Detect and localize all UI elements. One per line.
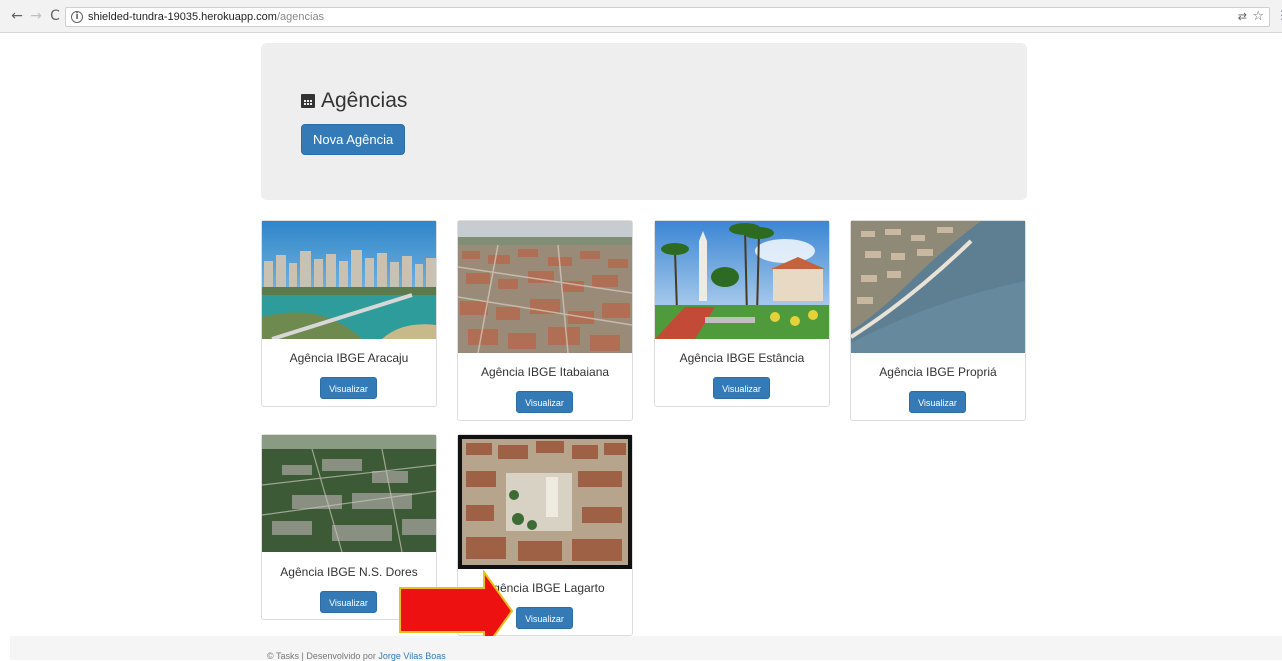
- agency-photo-ns-dores[interactable]: [262, 435, 436, 552]
- view-button[interactable]: Visualizar: [320, 591, 377, 613]
- view-button[interactable]: Visualizar: [516, 391, 573, 413]
- url-text[interactable]: shielded-tundra-19035.herokuapp.com/agen…: [88, 11, 324, 24]
- browser-toolbar: ← → C i shielded-tundra-19035.herokuapp.…: [0, 0, 1282, 33]
- translate-icon[interactable]: ⇄: [1238, 10, 1247, 23]
- page-header-panel: Agências Nova Agência: [261, 43, 1027, 200]
- agency-photo-aracaju[interactable]: [262, 221, 436, 339]
- agency-name: Agência IBGE Itabaiana: [480, 365, 610, 379]
- forward-icon[interactable]: →: [28, 8, 44, 24]
- agency-photo-lagarto[interactable]: [458, 435, 632, 569]
- back-icon[interactable]: ←: [9, 8, 25, 24]
- info-icon[interactable]: i: [71, 11, 83, 23]
- view-button[interactable]: Visualizar: [320, 377, 377, 399]
- page-title-text: Agências: [321, 89, 408, 112]
- url-path: /agencias: [276, 11, 325, 23]
- reload-icon[interactable]: C: [47, 8, 63, 24]
- agency-card-propria: Agência IBGE Propriá Visualizar: [850, 220, 1026, 421]
- view-button[interactable]: Visualizar: [516, 607, 573, 629]
- browser-menu-icon[interactable]: ⋮: [1276, 8, 1282, 22]
- address-bar[interactable]: i shielded-tundra-19035.herokuapp.com/ag…: [65, 7, 1270, 27]
- agency-card-aracaju: Agência IBGE Aracaju Visualizar: [261, 220, 437, 407]
- agency-name: Agência IBGE Aracaju: [289, 351, 409, 365]
- agency-photo-propria[interactable]: [851, 221, 1025, 353]
- agency-photo-itabaiana[interactable]: [458, 221, 632, 353]
- footer: © Tasks | Desenvolvido por Jorge Vilas B…: [10, 636, 1282, 661]
- agency-photo-estancia[interactable]: [655, 221, 829, 339]
- view-button[interactable]: Visualizar: [713, 377, 770, 399]
- new-agency-button[interactable]: Nova Agência: [301, 124, 406, 155]
- agency-card-itabaiana: Agência IBGE Itabaiana Visualizar: [457, 220, 633, 421]
- page-title: Agências: [301, 87, 407, 115]
- agency-name: Agência IBGE Estância: [679, 351, 805, 365]
- view-button[interactable]: Visualizar: [909, 391, 966, 413]
- agency-name: Agência IBGE Propriá: [879, 365, 997, 379]
- calendar-icon: [301, 94, 315, 108]
- bookmark-star-icon[interactable]: ☆: [1252, 9, 1264, 24]
- url-host: shielded-tundra-19035.herokuapp.com: [88, 11, 277, 23]
- agency-card-estancia: Agência IBGE Estância Visualizar: [654, 220, 830, 407]
